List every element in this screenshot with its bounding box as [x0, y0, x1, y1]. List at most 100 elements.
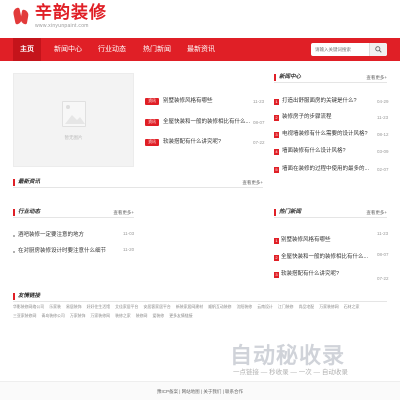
friend-link[interactable]: 乐家装 [49, 302, 61, 311]
image-placeholder-icon [62, 101, 86, 127]
section-title: 新闻中心 [279, 74, 302, 80]
hot-news-date: 07-22 [377, 276, 389, 281]
industry-link[interactable]: 酒吧装修一定要注意的地方 [18, 232, 84, 239]
news-date: 03-09 [377, 149, 389, 154]
nav-item-hot-news[interactable]: 热门新闻 [138, 38, 176, 61]
friend-link[interactable]: 新装家居网建材 [176, 302, 203, 311]
section-bar [274, 74, 276, 81]
news-link[interactable]: 墙面在装修的过程中使用的最多的... [282, 166, 369, 173]
more-link[interactable]: 查看更多+ [366, 209, 387, 216]
hot-news-header: 热门新闻 查看更多+ [274, 208, 387, 218]
search-input[interactable] [311, 43, 366, 56]
section-bar [13, 209, 15, 216]
category-tag: 资讯 [145, 119, 159, 126]
hot-news-date: 08-07 [377, 252, 389, 257]
more-link[interactable]: 查看更多+ [242, 179, 263, 186]
more-link[interactable]: 查看更多+ [113, 209, 134, 216]
section-bar [13, 293, 15, 300]
friend-link[interactable]: 沈阳装修 [237, 302, 253, 311]
friend-link[interactable]: 爱装修 [153, 311, 165, 320]
more-link[interactable]: 查看更多+ [366, 74, 387, 81]
main-nav: 主页 新闻中心 行业动态 热门新闻 最新资讯 [0, 38, 400, 61]
featured-link[interactable]: 全屋快装和一般的装修相比有什么... [163, 119, 250, 126]
news-link[interactable]: 墙面装修有什么设计风格? [282, 148, 346, 155]
nav-item-industry[interactable]: 行业动态 [93, 38, 131, 61]
rank-number: 3 [274, 272, 279, 278]
hot-news-link[interactable]: 别墅装修风格有哪些 [281, 237, 331, 244]
friend-link[interactable]: 万家装饰 [70, 311, 86, 320]
rank-number: 3 [274, 132, 279, 138]
industry-header: 行业动态 查看更多+ [13, 208, 134, 218]
rank-number: 5 [274, 167, 279, 173]
logo-domain: www.xinyunpaint.com [35, 23, 89, 29]
friend-link[interactable]: 万家装修网 [319, 302, 338, 311]
category-tag: 资讯 [145, 139, 159, 146]
friend-link[interactable]: 云南设计 [257, 302, 273, 311]
bullet-icon [13, 235, 15, 237]
industry-date: 11-20 [123, 247, 135, 252]
featured-image-placeholder[interactable]: 暂无图片 [13, 73, 134, 167]
hot-news-date: 11-23 [377, 231, 389, 236]
featured-link[interactable]: 软装搭配有什么讲究呢? [163, 139, 221, 146]
friend-link[interactable]: 易居装饰 [66, 302, 82, 311]
section-bar [13, 179, 15, 186]
news-date: 02-07 [377, 167, 389, 172]
friend-link[interactable]: 三亚家装修网 [13, 311, 36, 320]
friend-link[interactable]: 青岛装修公司 [41, 311, 64, 320]
section-title: 友情链接 [18, 293, 41, 299]
search-button[interactable] [369, 43, 387, 56]
friend-links-list: 华影装修网络公司 乐家装 易居装饰 好好住生活馆 艾佳家居平台 安居客家居平台 … [13, 302, 387, 320]
rank-number: 2 [274, 115, 279, 121]
friend-link[interactable]: 装修之家 [115, 311, 131, 320]
news-link[interactable]: 打造出舒服面房的关键是什么? [282, 98, 357, 105]
site-logo[interactable]: 辛韵装修 www.xinyunpaint.com [12, 4, 107, 29]
site-footer[interactable]: 豫ICP备案 | 网站地图 | 关于我们 | 联系合作 [0, 381, 400, 400]
friend-link[interactable]: 艾佳家居平台 [115, 302, 138, 311]
news-link[interactable]: 装修房子的步骤流程 [282, 114, 332, 121]
hot-news-link[interactable]: 软装搭配有什么讲究呢? [281, 271, 339, 278]
watermark-tagline: 一点链接 — 秒收录 — 一次 — 自动收录 [233, 369, 348, 376]
section-title: 热门新闻 [279, 209, 302, 215]
rank-number: 4 [274, 149, 279, 155]
featured-link[interactable]: 别墅装修风格有哪些 [163, 98, 213, 105]
friend-links-header: 友情链接 [13, 292, 387, 302]
news-date: 11-23 [377, 115, 389, 120]
featured-date: 07-22 [253, 140, 265, 145]
search-icon [375, 46, 382, 53]
friend-link[interactable]: 顺帆互动装修 [208, 302, 231, 311]
latest-header: 最新资讯 查看更多+ [13, 178, 263, 188]
friend-link[interactable]: 江门装修 [278, 302, 294, 311]
rank-number: 2 [274, 255, 279, 261]
watermark-overlay: 自动秘收录 一点链接 — 秒收录 — 一次 — 自动收录 [230, 338, 390, 378]
news-link[interactable]: 电视墙装修有什么需要的设计风格? [282, 131, 368, 138]
section-bar [274, 209, 276, 216]
friend-link[interactable]: 石材之家 [344, 302, 360, 311]
friend-link[interactable]: 装修网 [136, 311, 148, 320]
category-tag: 资讯 [145, 98, 159, 105]
nav-item-latest[interactable]: 最新资讯 [182, 38, 220, 61]
logo-mark-icon [12, 6, 30, 28]
nav-item-news-center[interactable]: 新闻中心 [49, 38, 87, 61]
nav-item-home[interactable]: 主页 [13, 38, 41, 61]
friend-link[interactable]: 更多友情链接 [169, 311, 192, 320]
bullet-icon [13, 251, 15, 253]
image-placeholder-caption: 暂无图片 [64, 135, 83, 140]
friend-link[interactable]: 好好住生活馆 [87, 302, 110, 311]
friend-link[interactable]: 安居客家居平台 [144, 302, 171, 311]
search-box [311, 43, 387, 56]
featured-date: 08-07 [253, 120, 265, 125]
news-date: 08-12 [377, 132, 389, 137]
news-center-header: 新闻中心 查看更多+ [274, 73, 387, 83]
news-date: 04-29 [377, 99, 389, 104]
friend-link[interactable]: 万家装修网 [91, 311, 110, 320]
site-header: 辛韵装修 www.xinyunpaint.com [0, 0, 400, 37]
rank-number: 1 [274, 99, 279, 105]
friend-link[interactable]: 尚品宅配 [299, 302, 315, 311]
featured-date: 11-23 [253, 99, 265, 104]
section-title: 最新资讯 [18, 179, 41, 185]
industry-link[interactable]: 在对厨房装修设计时要注意什么细节 [18, 248, 106, 255]
hot-news-link[interactable]: 全屋快装和一般的装修相比有什么... [281, 254, 368, 261]
section-title: 行业动态 [18, 209, 41, 215]
friend-link[interactable]: 华影装修网络公司 [13, 302, 44, 311]
rank-number: 1 [274, 238, 279, 244]
